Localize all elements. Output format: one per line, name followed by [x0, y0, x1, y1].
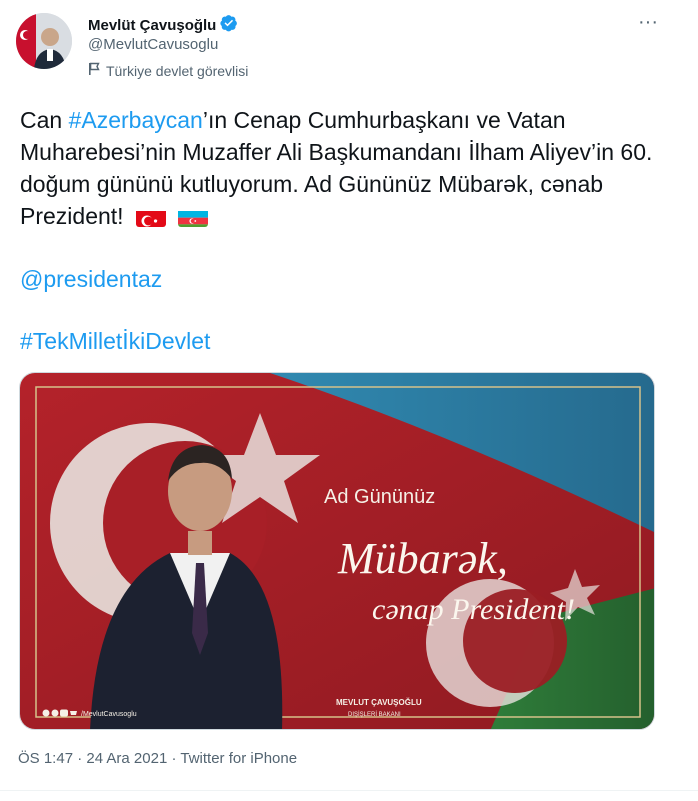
author-handle[interactable]: @MevlutCavusoglu	[88, 36, 218, 53]
tweet-text-part1: Can	[20, 107, 69, 133]
media-title: Ad Gününüz	[324, 486, 435, 508]
avatar[interactable]	[16, 13, 72, 69]
account-label-text: Türkiye devlet görevlisi	[106, 62, 249, 79]
media-script-line2: cənap President!	[372, 593, 575, 626]
tweet-source[interactable]: Twitter for iPhone	[180, 750, 297, 767]
media-script-line1: Mübarək,	[337, 534, 508, 583]
tweet-text: Can #Azerbaycan’ın Cenap Cumhurbaşkanı v…	[20, 104, 670, 232]
media-social-handle: /MevlutCavusoglu	[81, 711, 137, 718]
author-name-row: Mevlüt Çavuşoğlu	[88, 14, 238, 37]
azerbaijan-flag-emoji	[178, 207, 209, 227]
tweet-date[interactable]: 24 Ara 2021	[86, 750, 167, 767]
media-signature-title: DIŞİŞLERİ BAKANI	[348, 711, 401, 718]
tweet-media-image[interactable]: Ad Gününüz Mübarək, cənap President! MEV…	[19, 372, 655, 730]
flag-icon	[88, 62, 100, 79]
hashtag-azerbaycan[interactable]: #Azerbaycan	[69, 107, 203, 133]
divider	[0, 790, 698, 791]
mention-presidentaz[interactable]: @presidentaz	[20, 266, 162, 293]
account-label: Türkiye devlet görevlisi	[88, 62, 248, 79]
media-signature-name: MEVLUT ÇAVUŞOĞLU	[336, 698, 422, 707]
author-name[interactable]: Mevlüt Çavuşoğlu	[88, 17, 216, 34]
tweet-meta: ÖS 1:47 · 24 Ara 2021 · Twitter for iPho…	[18, 750, 297, 767]
hashtag-tekmilletikidevlet[interactable]: #TekMilletİkiDevlet	[20, 328, 210, 355]
more-icon[interactable]: ···	[636, 10, 660, 34]
separator: ·	[167, 750, 181, 767]
tweet: Mevlüt Çavuşoğlu @MevlutCavusoglu Türkiy…	[0, 0, 698, 801]
turkey-flag-emoji	[135, 207, 166, 227]
tweet-time[interactable]: ÖS 1:47	[18, 750, 73, 767]
separator: ·	[73, 750, 87, 767]
verified-badge-icon	[220, 14, 238, 37]
